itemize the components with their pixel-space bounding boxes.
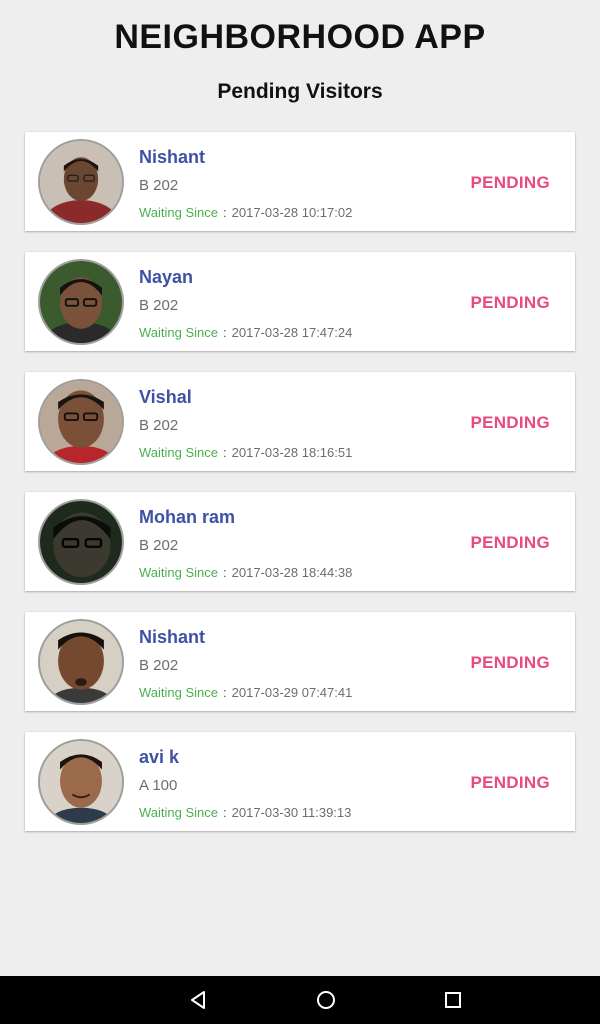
waiting-time: 2017-03-29 07:47:41 [231,685,353,700]
waiting-label: Waiting Since [139,445,218,460]
visitor-name: Nishant [139,627,206,647]
section-title: Pending Visitors [217,80,383,103]
status-badge[interactable]: PENDING [470,293,550,313]
waiting-separator: : [223,445,227,460]
avatar-photo-icon [40,381,122,463]
waiting-since: Waiting Since:2017-03-28 18:16:51 [139,445,352,460]
visitor-name: avi k [139,747,180,767]
waiting-since: Waiting Since:2017-03-28 10:17:02 [139,205,352,220]
waiting-time: 2017-03-28 18:16:51 [231,445,353,460]
visitor-avatar [38,619,124,705]
waiting-since: Waiting Since:2017-03-29 07:47:41 [139,685,352,700]
visitor-card[interactable]: Vishal B 202 Waiting Since:2017-03-28 18… [25,372,575,471]
status-badge[interactable]: PENDING [470,773,550,793]
home-button[interactable] [314,988,338,1012]
waiting-separator: : [223,205,227,220]
status-badge[interactable]: PENDING [470,413,550,433]
visitor-avatar [38,259,124,345]
visitor-flat: A 100 [139,777,178,794]
visitor-flat: B 202 [139,177,179,194]
waiting-since: Waiting Since:2017-03-30 11:39:13 [139,805,351,820]
waiting-time: 2017-03-30 11:39:13 [231,805,352,820]
visitor-flat: B 202 [139,657,179,674]
status-badge[interactable]: PENDING [470,533,550,553]
waiting-label: Waiting Since [139,805,218,820]
waiting-time: 2017-03-28 18:44:38 [231,565,353,580]
waiting-label: Waiting Since [139,565,218,580]
waiting-time: 2017-03-28 10:17:02 [231,205,353,220]
visitor-name: Nayan [139,267,194,287]
avatar-photo-icon [40,741,122,823]
status-badge[interactable]: PENDING [470,173,550,193]
app-screen: NEIGHBORHOOD APP Pending Visitors Nishan… [0,0,600,1024]
waiting-label: Waiting Since [139,325,218,340]
status-badge[interactable]: PENDING [470,653,550,673]
waiting-separator: : [223,565,227,580]
avatar-photo-icon [40,621,122,703]
visitor-flat: B 202 [139,417,179,434]
visitor-card[interactable]: Nishant B 202 Waiting Since:2017-03-29 0… [25,612,575,711]
visitor-avatar [38,139,124,225]
waiting-separator: : [223,325,227,340]
visitor-flat: B 202 [139,537,179,554]
visitor-avatar [38,499,124,585]
recents-button[interactable] [441,988,465,1012]
app-title: NEIGHBORHOOD APP [114,18,486,56]
avatar-photo-icon [40,261,122,343]
waiting-label: Waiting Since [139,205,218,220]
visitor-card[interactable]: Mohan ram B 202 Waiting Since:2017-03-28… [25,492,575,591]
visitor-card[interactable]: Nishant B 202 Waiting Since:2017-03-28 1… [25,132,575,231]
waiting-since: Waiting Since:2017-03-28 17:47:24 [139,325,352,340]
avatar-photo-icon [40,141,122,223]
system-navigation-bar [0,976,600,1024]
back-button[interactable] [186,988,210,1012]
visitor-name: Mohan ram [139,507,236,527]
visitor-card[interactable]: avi k A 100 Waiting Since:2017-03-30 11:… [25,732,575,831]
waiting-time: 2017-03-28 17:47:24 [231,325,353,340]
visitor-flat: B 202 [139,297,179,314]
home-circle-icon [317,991,335,1009]
recents-square-icon [445,992,461,1008]
waiting-separator: : [223,685,227,700]
visitor-card[interactable]: Nayan B 202 Waiting Since:2017-03-28 17:… [25,252,575,351]
waiting-since: Waiting Since:2017-03-28 18:44:38 [139,565,352,580]
waiting-label: Waiting Since [139,685,218,700]
visitor-list: Nishant B 202 Waiting Since:2017-03-28 1… [25,132,575,852]
waiting-separator: : [223,805,227,820]
visitor-name: Nishant [139,147,206,167]
avatar-photo-icon [40,501,122,583]
visitor-name: Vishal [139,387,192,407]
visitor-avatar [38,739,124,825]
back-triangle-icon [191,991,205,1009]
visitor-avatar [38,379,124,465]
